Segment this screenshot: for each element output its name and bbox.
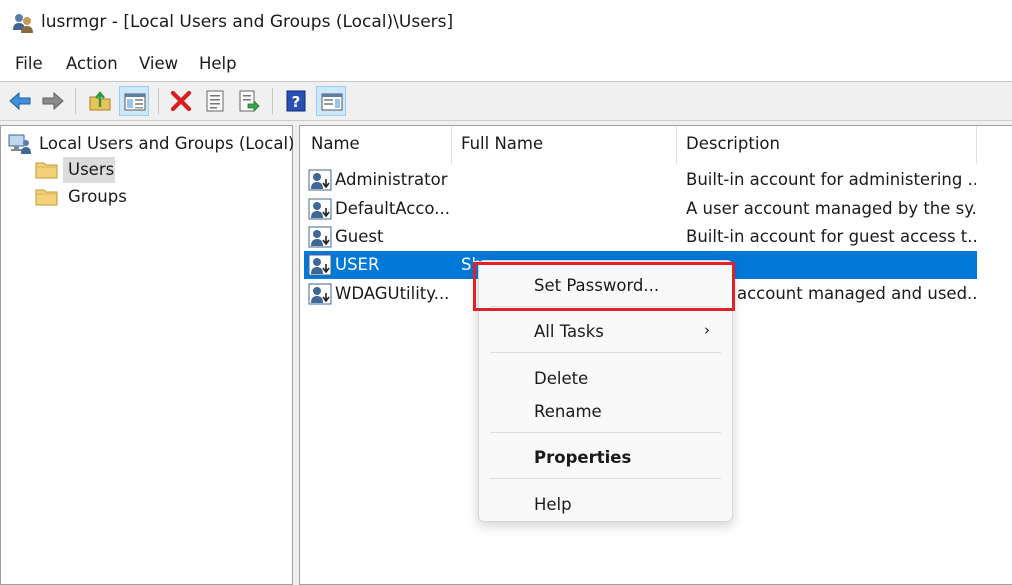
cell-name: WDAGUtility... bbox=[335, 284, 450, 303]
back-button[interactable] bbox=[5, 86, 35, 116]
menu-separator bbox=[490, 352, 721, 353]
folder-icon bbox=[35, 189, 58, 206]
user-icon bbox=[308, 169, 332, 191]
title-bar: lusrmgr - [Local Users and Groups (Local… bbox=[0, 0, 1012, 46]
column-divider[interactable] bbox=[676, 126, 677, 164]
menu-item-delete[interactable]: Delete bbox=[479, 362, 732, 396]
users-groups-app-icon bbox=[13, 14, 33, 33]
cell-description: account managed and used... bbox=[737, 284, 977, 303]
properties-icon bbox=[206, 90, 224, 112]
folder-icon bbox=[35, 162, 58, 179]
cell-name: Guest bbox=[335, 227, 384, 246]
cell-description: Built-in account for administering ... bbox=[686, 170, 976, 189]
annotation-highlight-box bbox=[473, 262, 735, 311]
column-header-full-name[interactable]: Full Name bbox=[461, 134, 543, 170]
tree-root-label: Local Users and Groups (Local) bbox=[39, 134, 295, 153]
menu-item-rename[interactable]: Rename bbox=[479, 395, 732, 429]
tree-item-groups[interactable]: Groups bbox=[31, 184, 151, 210]
tree-item-users[interactable]: Users bbox=[31, 157, 121, 183]
list-row-guest[interactable]: Guest Built-in account for guest access … bbox=[304, 223, 977, 251]
cell-description: Built-in account for guest access t... bbox=[686, 227, 976, 246]
back-arrow-icon bbox=[9, 91, 31, 111]
cell-name: DefaultAcco... bbox=[335, 199, 450, 218]
tree-item-label: Users bbox=[68, 160, 115, 179]
menu-separator bbox=[490, 432, 721, 433]
delete-button[interactable] bbox=[166, 86, 196, 116]
menu-separator bbox=[490, 478, 721, 479]
toolbar-separator bbox=[75, 88, 76, 114]
window-title: lusrmgr - [Local Users and Groups (Local… bbox=[41, 12, 454, 32]
chevron-right-icon: › bbox=[704, 321, 710, 339]
menu-item-label: Delete bbox=[534, 369, 589, 388]
list-row-defaultaccount[interactable]: DefaultAcco... A user account managed by… bbox=[304, 195, 977, 223]
forward-button[interactable] bbox=[38, 86, 68, 116]
up-folder-icon bbox=[89, 91, 111, 111]
column-divider[interactable] bbox=[451, 126, 452, 164]
cell-name: Administrator bbox=[335, 170, 448, 189]
menu-help[interactable]: Help bbox=[199, 54, 237, 73]
tree-item-label: Groups bbox=[68, 187, 127, 206]
help-button[interactable]: ? bbox=[281, 86, 311, 116]
column-divider[interactable] bbox=[976, 126, 977, 164]
export-list-icon bbox=[239, 90, 260, 112]
show-hide-action-pane-icon bbox=[321, 93, 343, 111]
user-icon bbox=[308, 254, 332, 276]
tree-root-local-users-groups[interactable]: Local Users and Groups (Local) bbox=[7, 131, 294, 157]
export-list-button[interactable] bbox=[234, 86, 264, 116]
computer-users-icon bbox=[8, 134, 31, 154]
svg-text:?: ? bbox=[292, 93, 301, 111]
up-one-level-button[interactable] bbox=[85, 86, 115, 116]
menu-item-label: Help bbox=[534, 495, 572, 514]
console-tree: Local Users and Groups (Local) Users Gro… bbox=[0, 125, 294, 585]
menu-view[interactable]: View bbox=[139, 54, 178, 73]
menu-item-properties[interactable]: Properties bbox=[479, 441, 732, 475]
forward-arrow-icon bbox=[42, 91, 64, 111]
column-header-name[interactable]: Name bbox=[311, 134, 360, 170]
menu-item-label: Rename bbox=[534, 402, 602, 421]
cell-name: USER bbox=[335, 255, 380, 274]
help-icon: ? bbox=[286, 90, 306, 112]
user-icon bbox=[308, 198, 332, 220]
list-row-administrator[interactable]: Administrator Built-in account for admin… bbox=[304, 166, 977, 194]
toolbar: ? bbox=[0, 82, 1012, 121]
show-hide-tree-button[interactable] bbox=[119, 86, 149, 116]
menu-action[interactable]: Action bbox=[66, 54, 118, 73]
menu-item-help[interactable]: Help bbox=[479, 488, 732, 522]
menu-bar: File Action View Help bbox=[0, 46, 1012, 82]
show-hide-action-pane-button[interactable] bbox=[316, 86, 346, 116]
menu-file[interactable]: File bbox=[15, 54, 43, 73]
properties-button[interactable] bbox=[200, 86, 230, 116]
toolbar-separator bbox=[158, 88, 159, 114]
user-icon bbox=[308, 226, 332, 248]
toolbar-separator bbox=[272, 88, 273, 114]
delete-icon bbox=[170, 90, 192, 112]
show-hide-tree-icon bbox=[124, 93, 146, 111]
user-icon bbox=[308, 283, 332, 305]
cell-description: A user account managed by the sy... bbox=[686, 199, 976, 218]
menu-item-label: Properties bbox=[534, 448, 632, 467]
menu-item-all-tasks[interactable]: All Tasks › bbox=[479, 315, 732, 349]
menu-item-label: All Tasks bbox=[534, 322, 604, 341]
column-header-description[interactable]: Description bbox=[686, 134, 780, 170]
